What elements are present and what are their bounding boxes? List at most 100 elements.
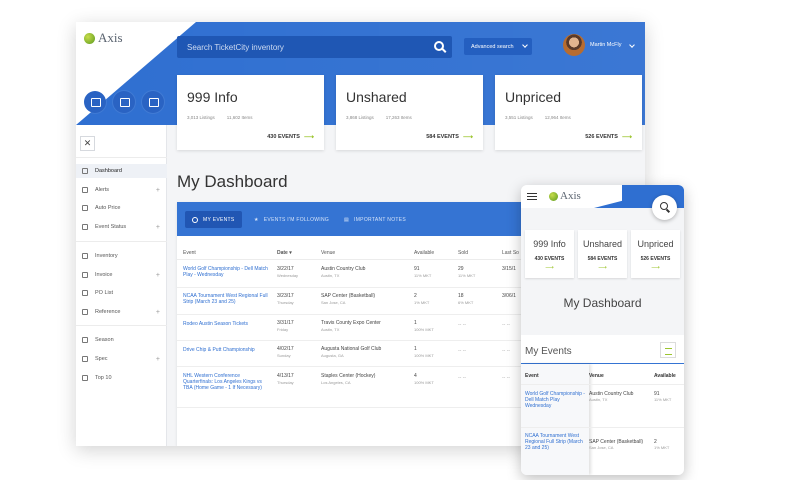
- divider: [521, 384, 684, 385]
- sidebar-item-alerts[interactable]: Alerts +: [76, 183, 167, 197]
- column-header-date[interactable]: Date ▾: [277, 250, 292, 256]
- city-value: San Jose, CA: [321, 300, 346, 305]
- sidebar-item-label: Top 10: [95, 375, 112, 381]
- target-icon: [192, 216, 198, 223]
- menu-icon[interactable]: [527, 193, 537, 200]
- avatar[interactable]: [563, 34, 585, 56]
- stat-events[interactable]: 430 EVENTS: [525, 256, 574, 262]
- column-header[interactable]: Available: [414, 250, 434, 256]
- row-sold: -- --: [458, 322, 467, 328]
- chevron-down-icon[interactable]: [629, 42, 636, 48]
- ticket-icon: [82, 253, 88, 259]
- tab-following[interactable]: ★ EVENTS I'M FOLLOWING: [247, 211, 336, 228]
- sidebar-item-spec[interactable]: Spec +: [76, 352, 167, 366]
- row-venue: Travis County Expo Center Austin, TX: [321, 320, 381, 332]
- arrow-right-icon: ⟶: [621, 134, 632, 141]
- row-date: 4/02/17 Sunday: [277, 346, 294, 358]
- stat-events-link[interactable]: 584 EVENTS ⟶: [426, 133, 473, 141]
- plus-icon[interactable]: +: [156, 224, 160, 231]
- advanced-search-button[interactable]: Advanced search: [464, 38, 532, 55]
- filter-icon[interactable]: [660, 342, 676, 358]
- sidebar-item-inventory[interactable]: Inventory: [76, 249, 167, 263]
- stat-title: 999 Info: [187, 89, 238, 105]
- bell-icon-button[interactable]: [113, 91, 135, 113]
- day-value: Friday: [277, 327, 289, 332]
- close-icon[interactable]: ✕: [80, 136, 95, 151]
- event-link[interactable]: World Golf Championship - Dell Match Pla…: [183, 266, 268, 278]
- event-link[interactable]: Rodeo Austin Season Tickets: [183, 321, 268, 327]
- stat-sub: 3,551 Listings 12,964 Items: [505, 115, 583, 120]
- column-header[interactable]: Available: [654, 373, 676, 379]
- row-available: 2 1% MKT: [414, 293, 429, 305]
- search-input[interactable]: [187, 42, 427, 52]
- stat-events[interactable]: 584 EVENTS: [578, 256, 627, 262]
- column-header[interactable]: Last So: [502, 250, 519, 256]
- search-icon[interactable]: [652, 195, 677, 220]
- available-value: 91: [414, 266, 420, 272]
- venue-value: SAP Center (Basketball): [321, 293, 376, 299]
- stat-events-link[interactable]: 526 EVENTS ⟶: [585, 133, 632, 141]
- wallet-icon-button[interactable]: [142, 91, 164, 113]
- stat-listings: 3,868 Listings: [346, 115, 374, 120]
- column-header[interactable]: Venue: [589, 373, 604, 379]
- event-link[interactable]: World Golf Championship - Dell Match Pla…: [525, 391, 585, 409]
- row-sold: 18 6% MKT: [458, 293, 473, 305]
- available-sub: 1% MKT: [654, 445, 670, 450]
- axis-logo[interactable]: Axis: [549, 190, 581, 202]
- arrow-right-icon: ⟶: [598, 265, 607, 271]
- sold-value: 29: [458, 266, 464, 272]
- tab-notes[interactable]: ▤ IMPORTANT NOTES: [337, 211, 413, 228]
- search-bar[interactable]: [177, 36, 452, 58]
- stat-events-link[interactable]: 430 EVENTS ⟶: [267, 133, 314, 141]
- row-venue: Staples Center (Hockey) Los Angeles, CA: [321, 373, 375, 385]
- stat-events[interactable]: 526 EVENTS: [631, 256, 680, 262]
- row-venue: SAP Center (Basketball) San Jose, CA: [589, 439, 651, 451]
- available-value: 4: [414, 373, 417, 379]
- plus-icon[interactable]: +: [156, 309, 160, 316]
- sidebar-item-top-10[interactable]: Top 10: [76, 371, 167, 385]
- calendar-icon: [82, 224, 88, 230]
- sidebar-item-reference[interactable]: Reference +: [76, 305, 167, 319]
- search-icon[interactable]: [434, 41, 444, 51]
- row-venue: Augusta National Golf Club Augusta, GA: [321, 346, 381, 358]
- tab-my-events[interactable]: MY EVENTS: [185, 211, 242, 228]
- plus-icon[interactable]: +: [156, 187, 160, 194]
- mail-icon-button[interactable]: [84, 91, 106, 113]
- column-header[interactable]: Event: [183, 250, 196, 256]
- event-link[interactable]: NCAA Tournament West Regional Full Strip…: [525, 433, 585, 451]
- column-header[interactable]: Sold: [458, 250, 468, 256]
- row-available: 1 100% MKT: [414, 320, 434, 332]
- row-sold: -- --: [458, 348, 467, 354]
- event-link[interactable]: Drive Chip & Putt Championship: [183, 347, 273, 353]
- column-header[interactable]: Venue: [321, 250, 335, 256]
- event-link[interactable]: NHL Western Conference Quarterfinals: Lo…: [183, 373, 271, 391]
- row-venue: Austin Country Club Austin, TX: [321, 266, 365, 278]
- divider: [76, 157, 167, 158]
- sidebar-item-po-list[interactable]: PO List: [76, 286, 167, 300]
- arrow-right-icon: ⟶: [651, 265, 660, 271]
- grid-icon: [82, 168, 88, 174]
- stat-title: Unpriced: [505, 89, 562, 105]
- sidebar-item-event-status[interactable]: Event Status +: [76, 220, 167, 234]
- available-sub: 100% MKT: [414, 327, 434, 332]
- sidebar-item-label: Inventory: [95, 253, 118, 259]
- sidebar-item-label: Dashboard: [95, 168, 122, 174]
- row-date: 4/13/17 Thursday: [277, 373, 294, 385]
- plus-icon[interactable]: +: [156, 356, 160, 363]
- row-available: 91 11% MKT: [654, 391, 671, 403]
- sidebar-item-season[interactable]: Season: [76, 333, 167, 347]
- sidebar-item-label: PO List: [95, 290, 114, 296]
- row-available: 91 11% MKT: [414, 266, 431, 278]
- tab-label: IMPORTANT NOTES: [354, 216, 407, 223]
- sidebar-item-auto-price[interactable]: Auto Price: [76, 201, 167, 215]
- column-header[interactable]: Event: [525, 373, 539, 379]
- row-venue: SAP Center (Basketball) San Jose, CA: [321, 293, 375, 305]
- sidebar-item-dashboard[interactable]: Dashboard: [76, 164, 167, 178]
- row-last: 3/06/1: [502, 293, 516, 299]
- axis-logo[interactable]: Axis: [84, 30, 123, 46]
- plus-icon[interactable]: +: [156, 272, 160, 279]
- trend-icon: [82, 375, 88, 381]
- sidebar-item-invoice[interactable]: Invoice +: [76, 268, 167, 282]
- event-link[interactable]: NCAA Tournament West Regional Full Strip…: [183, 293, 268, 305]
- user-menu[interactable]: Martin McFly: [563, 34, 636, 56]
